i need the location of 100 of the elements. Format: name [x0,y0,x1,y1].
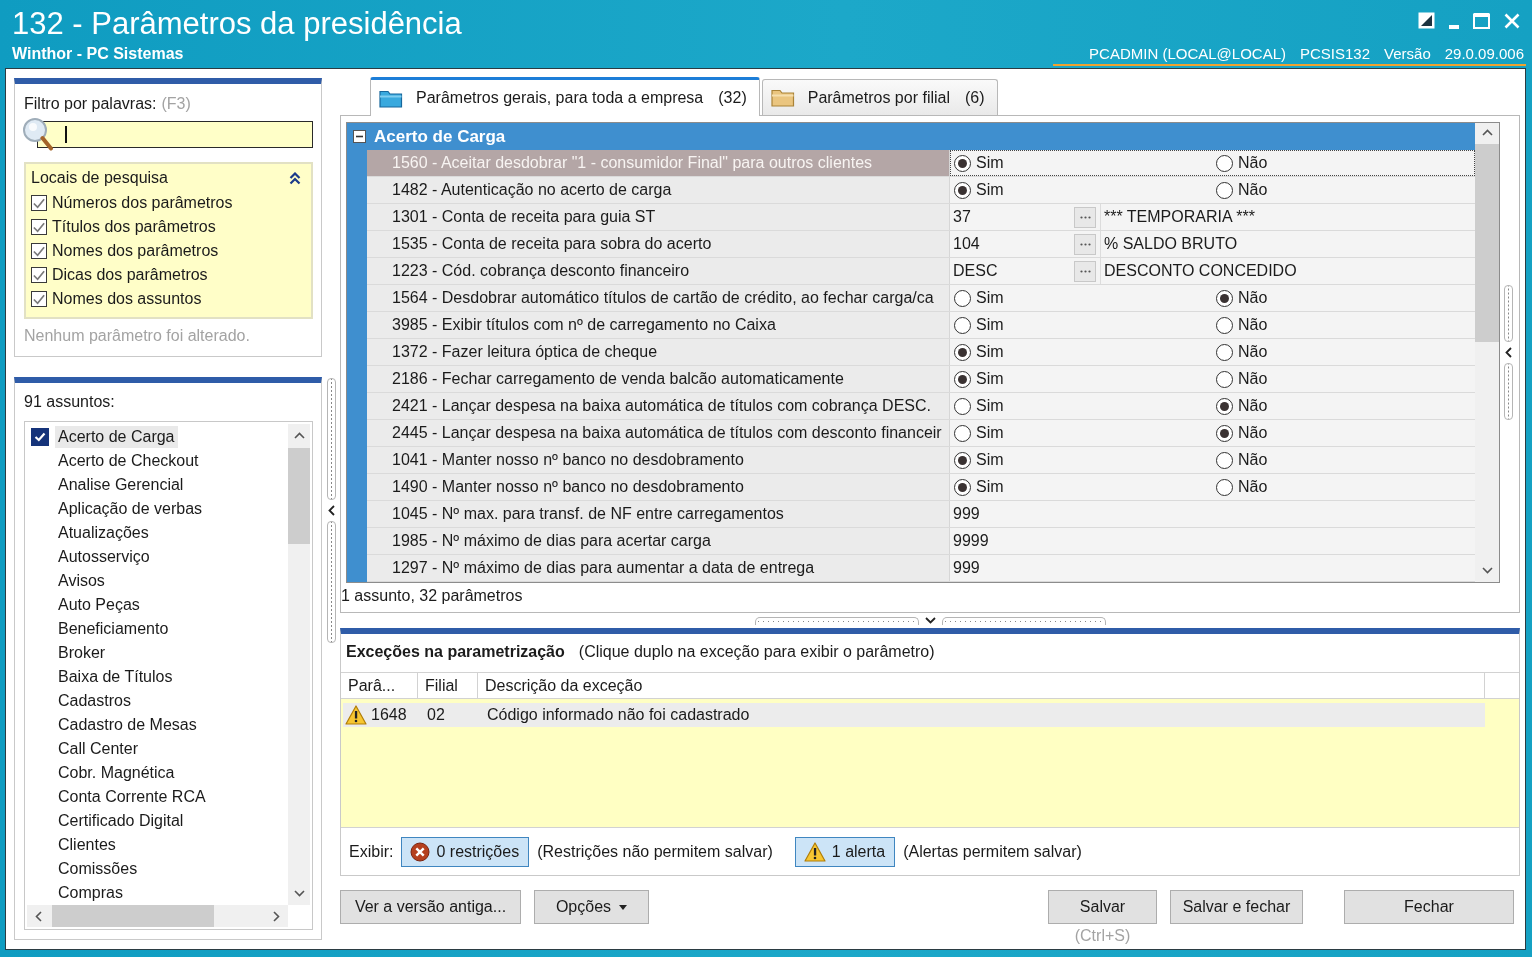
search-field[interactable] [37,121,313,148]
vertical-scrollbar[interactable] [288,424,310,905]
checkbox[interactable] [31,428,49,446]
action-button[interactable]: Salvar e fechar [1170,890,1303,924]
parameter-value[interactable]: 999 [950,559,980,577]
parameter-name[interactable]: 1535 - Conta de receita para sobra do acerto [367,231,950,257]
column-header[interactable]: Descrição da exceção [478,673,1485,698]
radio-button[interactable] [954,181,971,199]
radio-button[interactable] [954,478,971,496]
radio-button[interactable] [1216,343,1233,361]
subject-item[interactable]: Baixa de Títulos [55,666,176,688]
checkbox[interactable] [31,195,47,211]
radio-button[interactable] [1216,451,1233,469]
radio-button[interactable] [1216,397,1233,415]
checkbox[interactable] [31,291,47,307]
radio-button[interactable] [954,316,971,334]
checkbox[interactable] [31,243,47,259]
radio-button[interactable] [1216,478,1233,496]
subject-item[interactable]: Certificado Digital [55,810,187,832]
parameter-name[interactable]: 1041 - Manter nosso nº banco no desdobramento [367,447,950,473]
subject-item[interactable]: Avisos [55,570,108,592]
radio-button[interactable] [954,424,971,442]
radio-button[interactable] [1216,370,1233,388]
column-header[interactable]: Filial [418,673,478,698]
parameter-name[interactable]: 1297 - Nº máximo de dias para aumentar a data de entrega [367,555,950,581]
parameter-name[interactable]: 1564 - Desdobrar automático títulos de cartão de crédito, ao fechar carga/ca [367,285,950,311]
scrollbar-thumb[interactable] [288,448,310,544]
chevron-up-icon[interactable] [293,432,305,439]
parameter-name[interactable]: 2186 - Fechar carregamento de venda balcão automaticamente [367,366,950,392]
subject-item[interactable]: Auto Peças [55,594,143,616]
subject-item[interactable]: Acerto de Carga [55,426,178,448]
parameter-name[interactable]: 1482 - Autenticação no acerto de carga [367,177,950,203]
lookup-code[interactable]: DESC [950,262,1074,280]
radio-button[interactable] [954,289,971,307]
action-button[interactable]: Ver a versão antiga... [340,890,521,924]
subject-item[interactable]: Aplicação de verbas [55,498,206,520]
scrollbar-thumb[interactable] [52,905,214,927]
collapse-icon[interactable] [353,130,366,143]
subject-item[interactable]: Clientes [55,834,119,856]
subject-item[interactable]: Comissões [55,858,141,880]
chevron-left-icon[interactable] [1504,347,1512,358]
chevron-left-icon[interactable] [327,505,335,516]
chevron-up-icon[interactable] [1481,129,1493,136]
subject-item[interactable]: Beneficiamento [55,618,172,640]
parameter-name[interactable]: 1301 - Conta de receita para guia ST [367,204,950,230]
action-button[interactable]: Fechar [1344,890,1514,924]
subject-item[interactable]: Broker [55,642,109,664]
vertical-scrollbar[interactable] [1475,123,1499,582]
splitter-handle[interactable] [326,378,336,643]
radio-button[interactable] [954,370,971,388]
filter-toggle[interactable]: 0 restrições [401,836,530,867]
checkbox[interactable] [31,219,47,235]
radio-button[interactable] [1216,316,1233,334]
chevron-down-icon[interactable] [924,617,936,624]
tab[interactable]: Parâmetros gerais, para toda a empresa (32) [370,77,760,116]
radio-button[interactable] [954,451,971,469]
action-button[interactable]: Salvar [1048,890,1157,924]
radio-button[interactable] [954,397,971,415]
subject-item[interactable]: Compras [55,882,126,904]
chevron-down-icon[interactable] [1481,567,1493,574]
subject-item[interactable]: Conta Corrente RCA [55,786,209,808]
splitter-handle[interactable] [1503,285,1513,420]
parameter-name[interactable]: 1985 - Nº máximo de dias para acertar carga [367,528,950,554]
chevron-left-icon[interactable] [35,910,42,922]
radio-button[interactable] [1216,154,1233,172]
horizontal-scrollbar[interactable] [27,905,288,927]
parameter-name[interactable]: 1490 - Manter nosso nº banco no desdobramento [367,474,950,500]
subject-item[interactable]: Cadastros [55,690,134,712]
exception-row[interactable]: 1648 02 Código informado não foi cadastrado [343,703,1485,727]
parameter-name[interactable]: 2421 - Lançar despesa na baixa automática de títulos com cobrança DESC. [367,393,950,419]
chevron-down-icon[interactable] [293,890,305,897]
parameter-name[interactable]: 1372 - Fazer leitura óptica de cheque [367,339,950,365]
radio-button[interactable] [954,154,971,172]
subject-item[interactable]: Analise Gerencial [55,474,187,496]
parameter-name[interactable]: 1223 - Cód. cobrança desconto financeiro [367,258,950,284]
double-chevron-up-icon[interactable] [289,171,301,185]
filter-toggle[interactable]: 1 alerta [794,836,896,867]
splitter-handle[interactable] [754,616,1106,625]
parameter-name[interactable]: 3985 - Exibir títulos com nº de carregamento no Caixa [367,312,950,338]
subject-item[interactable]: Call Center [55,738,142,760]
tab[interactable]: Parâmetros por filial (6) [761,79,998,115]
column-header[interactable]: Parâ... [341,673,418,698]
parameter-name[interactable]: 1045 - Nº max. para transf. de NF entre carregamentos [367,501,950,527]
action-button[interactable]: Opções [534,890,649,924]
chevron-right-icon[interactable] [273,910,280,922]
lookup-code[interactable]: 104 [950,235,1074,253]
lookup-code[interactable]: 37 [950,208,1074,226]
parameter-value[interactable]: 9999 [950,532,989,550]
subject-item[interactable]: Atualizações [55,522,152,544]
parameter-value[interactable]: 999 [950,505,980,523]
checkbox[interactable] [31,267,47,283]
subject-item[interactable]: Acerto de Checkout [55,450,202,472]
parameter-name[interactable]: 2445 - Lançar despesa na baixa automática de títulos com desconto financeir [367,420,950,446]
radio-button[interactable] [1216,424,1233,442]
subject-item[interactable]: Autosserviço [55,546,153,568]
subject-item[interactable]: Cadastro de Mesas [55,714,200,736]
radio-button[interactable] [954,343,971,361]
radio-button[interactable] [1216,181,1233,199]
radio-button[interactable] [1216,289,1233,307]
subject-item[interactable]: Cobr. Magnética [55,762,178,784]
